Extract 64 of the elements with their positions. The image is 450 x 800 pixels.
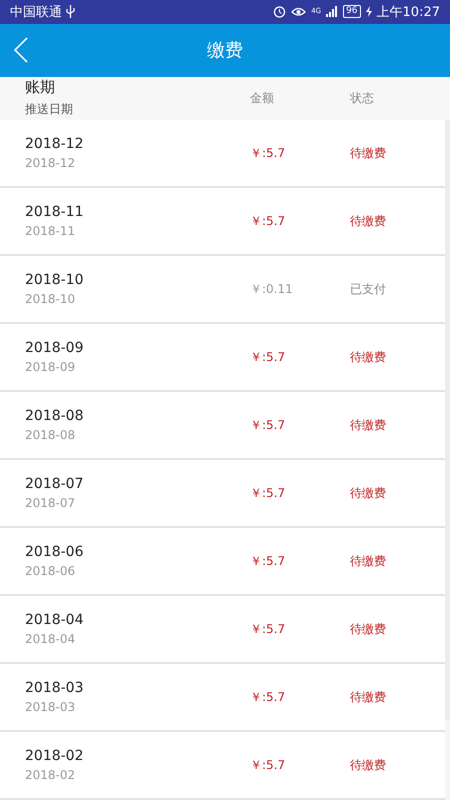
payment-status: 待缴费 — [350, 484, 386, 502]
bill-period: 2018-06 — [25, 544, 84, 560]
bill-amount: ￥:5.7 — [250, 212, 286, 230]
push-date: 2018-06 — [25, 564, 76, 578]
payment-status: 待缴费 — [350, 620, 386, 638]
bill-period: 2018-04 — [25, 612, 84, 628]
column-heading: 金额 — [250, 90, 275, 107]
push-date: 2018-07 — [25, 496, 76, 510]
payment-status: 已支付 — [350, 280, 386, 298]
push-date: 2018-02 — [25, 768, 76, 782]
bill-row[interactable]: 2018-08 2018-08 ￥:5.7 待缴费 — [0, 392, 445, 460]
payment-status: 待缴费 — [350, 144, 386, 162]
bill-amount: ￥:5.7 — [250, 688, 286, 706]
column-heading: 推送日期 — [25, 101, 74, 118]
push-date: 2018-10 — [25, 292, 76, 306]
bill-row[interactable]: 2018-12 2018-12 ￥:5.7 待缴费 — [0, 120, 445, 188]
usb-icon — [66, 5, 75, 18]
carrier-name: 中国联通 — [10, 4, 62, 21]
push-date: 2018-03 — [25, 700, 76, 714]
alarm-icon — [273, 5, 286, 18]
bill-row[interactable]: 2018-09 2018-09 ￥:5.7 待缴费 — [0, 324, 445, 392]
payment-status: 待缴费 — [350, 688, 386, 706]
bill-period: 2018-09 — [25, 340, 84, 356]
bill-row[interactable]: 2018-02 2018-02 ￥:5.7 待缴费 — [0, 732, 445, 800]
charging-icon — [366, 6, 372, 18]
bill-row[interactable]: 2018-07 2018-07 ￥:5.7 待缴费 — [0, 460, 445, 528]
bill-period: 2018-11 — [25, 204, 84, 220]
bill-period: 2018-08 — [25, 408, 84, 424]
payment-status: 待缴费 — [350, 756, 386, 774]
push-date: 2018-12 — [25, 156, 76, 170]
bill-period: 2018-10 — [25, 272, 84, 288]
bill-amount: ￥:5.7 — [250, 348, 286, 366]
column-heading: 账期 — [25, 78, 56, 98]
push-date: 2018-11 — [25, 224, 76, 238]
payment-status: 待缴费 — [350, 348, 386, 366]
signal-icon — [326, 6, 338, 18]
clock-time: 上午10:27 — [376, 4, 440, 21]
bill-period: 2018-02 — [25, 748, 84, 764]
bill-row[interactable]: 2018-04 2018-04 ￥:5.7 待缴费 — [0, 596, 445, 664]
back-icon — [14, 37, 28, 64]
push-date: 2018-08 — [25, 428, 76, 442]
bill-amount: ￥:5.7 — [250, 756, 286, 774]
bill-row[interactable]: 2018-10 2018-10 ￥:0.11 已支付 — [0, 256, 445, 324]
payment-status: 待缴费 — [350, 416, 386, 434]
bill-amount: ￥:5.7 — [250, 620, 286, 638]
page-title: 缴费 — [207, 40, 243, 62]
battery-level: 96 — [343, 5, 361, 18]
bill-period: 2018-07 — [25, 476, 84, 492]
eye-icon — [291, 6, 306, 18]
push-date: 2018-09 — [25, 360, 76, 374]
push-date: 2018-04 — [25, 632, 76, 646]
bill-row[interactable]: 2018-06 2018-06 ￥:5.7 待缴费 — [0, 528, 445, 596]
bill-amount: ￥:5.7 — [250, 484, 286, 502]
payment-status: 待缴费 — [350, 212, 386, 230]
bill-period: 2018-03 — [25, 680, 84, 696]
bill-period: 2018-12 — [25, 136, 84, 152]
bill-row[interactable]: 2018-11 2018-11 ￥:5.7 待缴费 — [0, 188, 445, 256]
bill-amount: ￥:5.7 — [250, 144, 286, 162]
bill-amount: ￥:5.7 — [250, 416, 286, 434]
bill-amount: ￥:0.11 — [250, 280, 294, 298]
bill-row[interactable]: 2018-03 2018-03 ￥:5.7 待缴费 — [0, 664, 445, 732]
bill-amount: ￥:5.7 — [250, 552, 286, 570]
payment-status: 待缴费 — [350, 552, 386, 570]
column-heading: 状态 — [350, 90, 375, 107]
